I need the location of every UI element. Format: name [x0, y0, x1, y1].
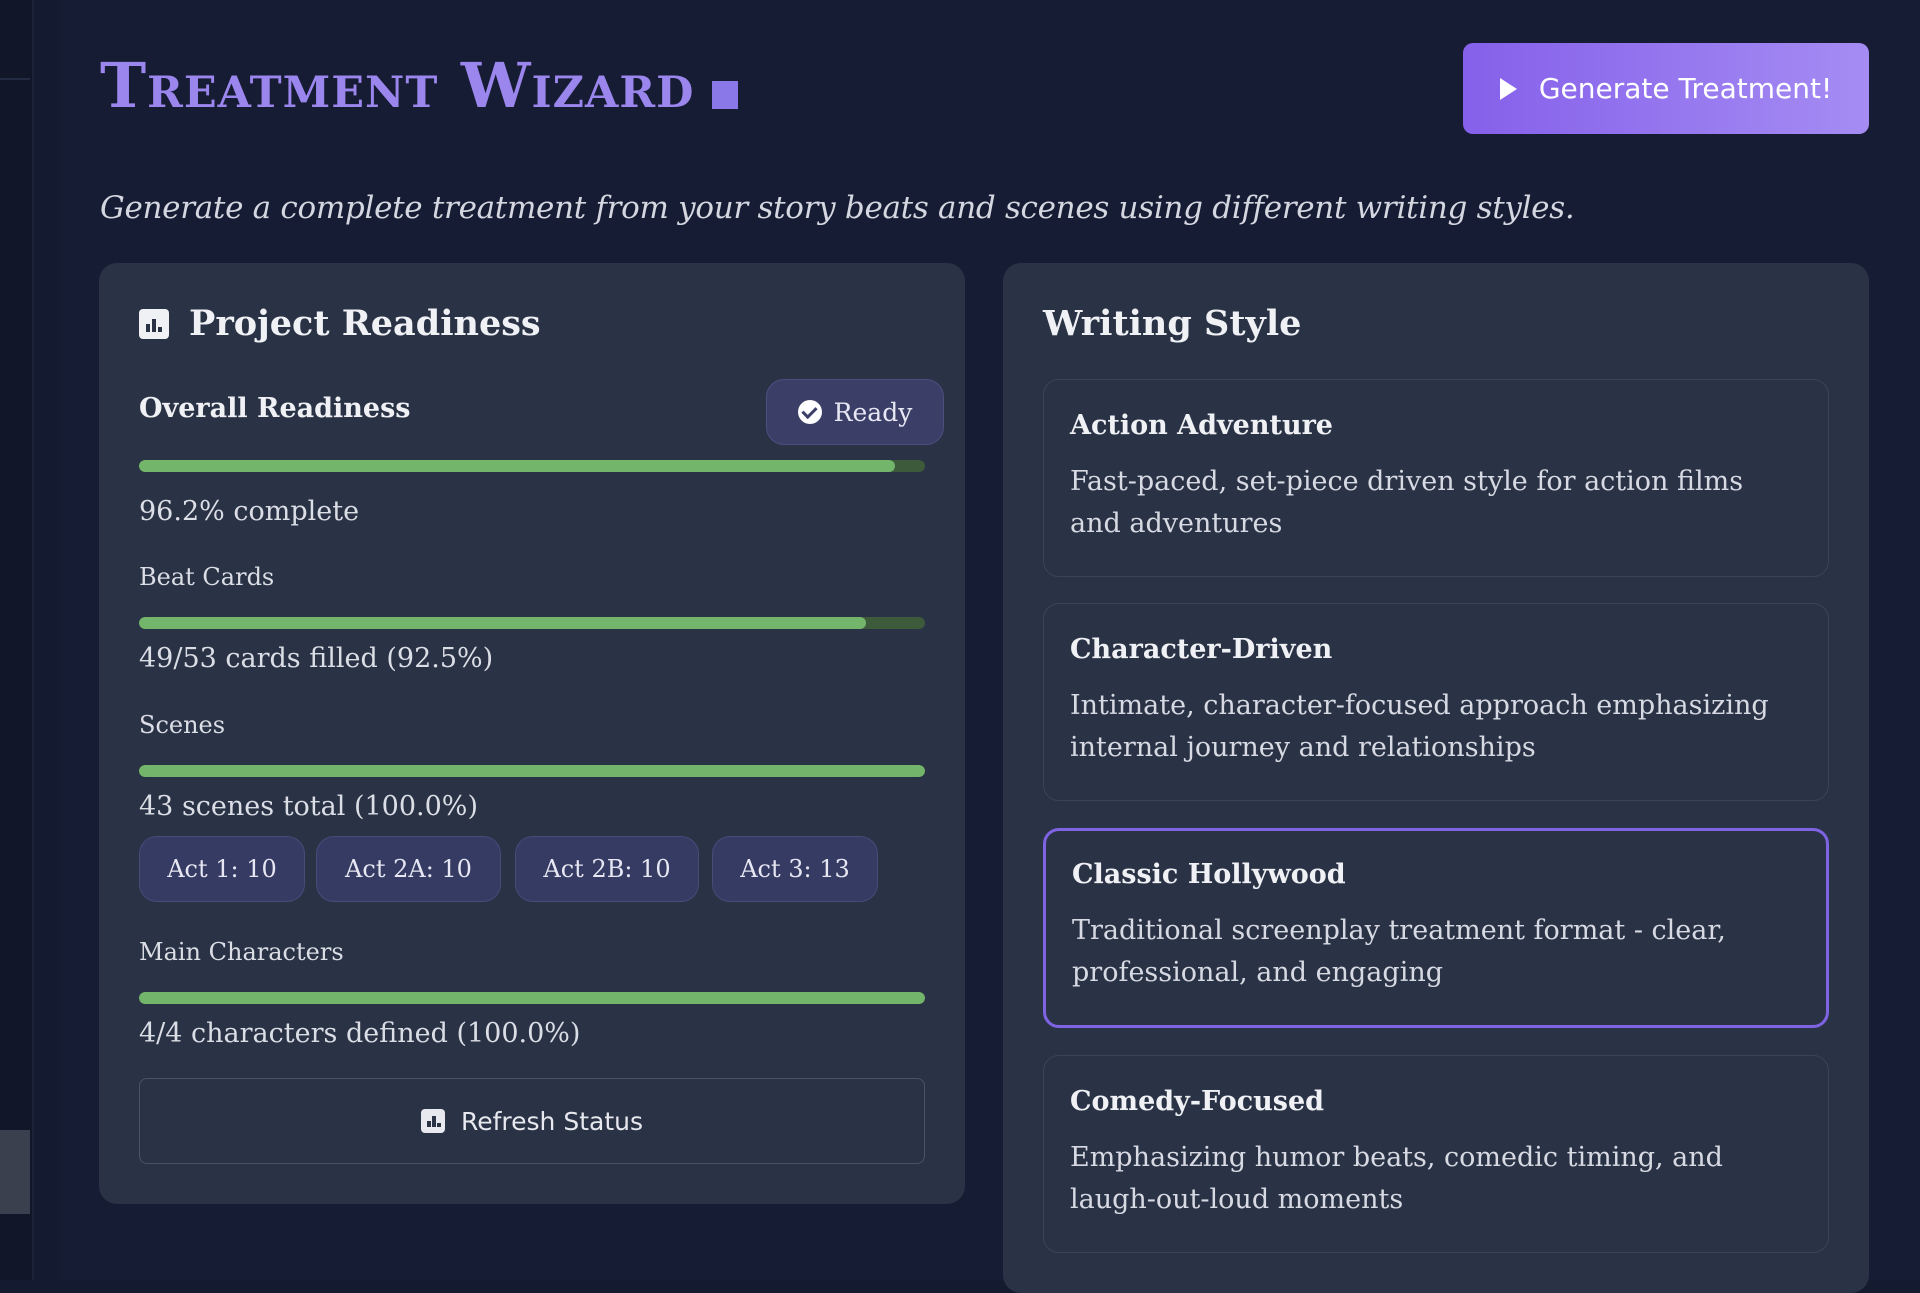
style-card-description: Traditional screenplay treatment format … — [1072, 915, 1726, 988]
page-subtitle: Generate a complete treatment from your … — [100, 190, 1575, 226]
style-card-classic-hollywood[interactable]: Classic Hollywood Traditional screenplay… — [1043, 828, 1829, 1028]
beat-cards-progress-bar — [139, 617, 925, 629]
project-readiness-heading: Project Readiness — [139, 303, 541, 344]
overall-progress-fill — [139, 460, 896, 472]
characters-progress-bar — [139, 992, 925, 1004]
writing-style-heading: Writing Style — [1043, 303, 1302, 344]
check-circle-icon — [797, 400, 822, 424]
characters-text: 4/4 characters defined (100.0%) — [139, 1018, 581, 1049]
generate-treatment-button[interactable]: Generate Treatment! — [1463, 43, 1869, 134]
status-badge: Ready — [766, 379, 944, 445]
sidebar-scroll-thumb[interactable] — [0, 1130, 30, 1214]
play-icon — [1499, 77, 1517, 100]
style-card-description: Emphasizing humor beats, comedic timing,… — [1070, 1142, 1723, 1215]
style-card-title: Classic Hollywood — [1072, 859, 1346, 890]
overall-progress-text: 96.2% complete — [139, 496, 360, 527]
sidebar-divider — [0, 78, 30, 80]
beat-cards-text: 49/53 cards filled (92.5%) — [139, 643, 494, 674]
act-chip-2a: Act 2A: 10 — [316, 836, 501, 902]
project-readiness-panel: Project Readiness Overall Readiness Read… — [99, 263, 965, 1204]
beat-cards-progress-fill — [139, 617, 867, 629]
act-chip-1: Act 1: 10 — [139, 836, 305, 902]
bar-chart-icon — [420, 1109, 445, 1133]
refresh-status-label: Refresh Status — [460, 1106, 644, 1136]
style-card-title: Action Adventure — [1070, 410, 1333, 441]
scenes-progress-fill — [139, 765, 925, 777]
scenes-text: 43 scenes total (100.0%) — [139, 791, 478, 822]
style-card-character-driven[interactable]: Character-Driven Intimate, character-foc… — [1043, 603, 1829, 801]
main-characters-label: Main Characters — [139, 938, 344, 966]
generate-treatment-label: Generate Treatment! — [1538, 72, 1833, 105]
project-readiness-title: Project Readiness — [189, 303, 541, 344]
scenes-label: Scenes — [139, 711, 226, 739]
style-card-description: Intimate, character-focused approach emp… — [1070, 690, 1769, 763]
page-title-text: Treatment Wizard — [100, 49, 695, 122]
cursor-block-icon — [712, 81, 739, 109]
bar-chart-icon — [139, 308, 169, 339]
act-chip-2b: Act 2B: 10 — [515, 836, 699, 902]
characters-progress-fill — [139, 992, 925, 1004]
status-badge-text: Ready — [833, 397, 913, 427]
writing-style-panel: Writing Style Action Adventure Fast-pace… — [1003, 263, 1869, 1293]
main-content: Treatment Wizard Generate Treatment! Gen… — [60, 0, 1920, 1293]
style-card-description: Fast-paced, set-piece driven style for a… — [1070, 466, 1744, 539]
style-card-comedy-focused[interactable]: Comedy-Focused Emphasizing humor beats, … — [1043, 1055, 1829, 1253]
style-card-action-adventure[interactable]: Action Adventure Fast-paced, set-piece d… — [1043, 379, 1829, 577]
sidebar-edge — [0, 0, 34, 1280]
overall-progress-bar — [139, 460, 925, 472]
refresh-status-button[interactable]: Refresh Status — [139, 1078, 925, 1164]
overall-readiness-label: Overall Readiness — [139, 393, 411, 424]
beat-cards-label: Beat Cards — [139, 563, 275, 591]
style-card-title: Comedy-Focused — [1070, 1086, 1325, 1117]
act-chip-3: Act 3: 13 — [712, 836, 878, 902]
page-title: Treatment Wizard — [100, 49, 739, 122]
scenes-progress-bar — [139, 765, 925, 777]
style-card-title: Character-Driven — [1070, 634, 1333, 665]
